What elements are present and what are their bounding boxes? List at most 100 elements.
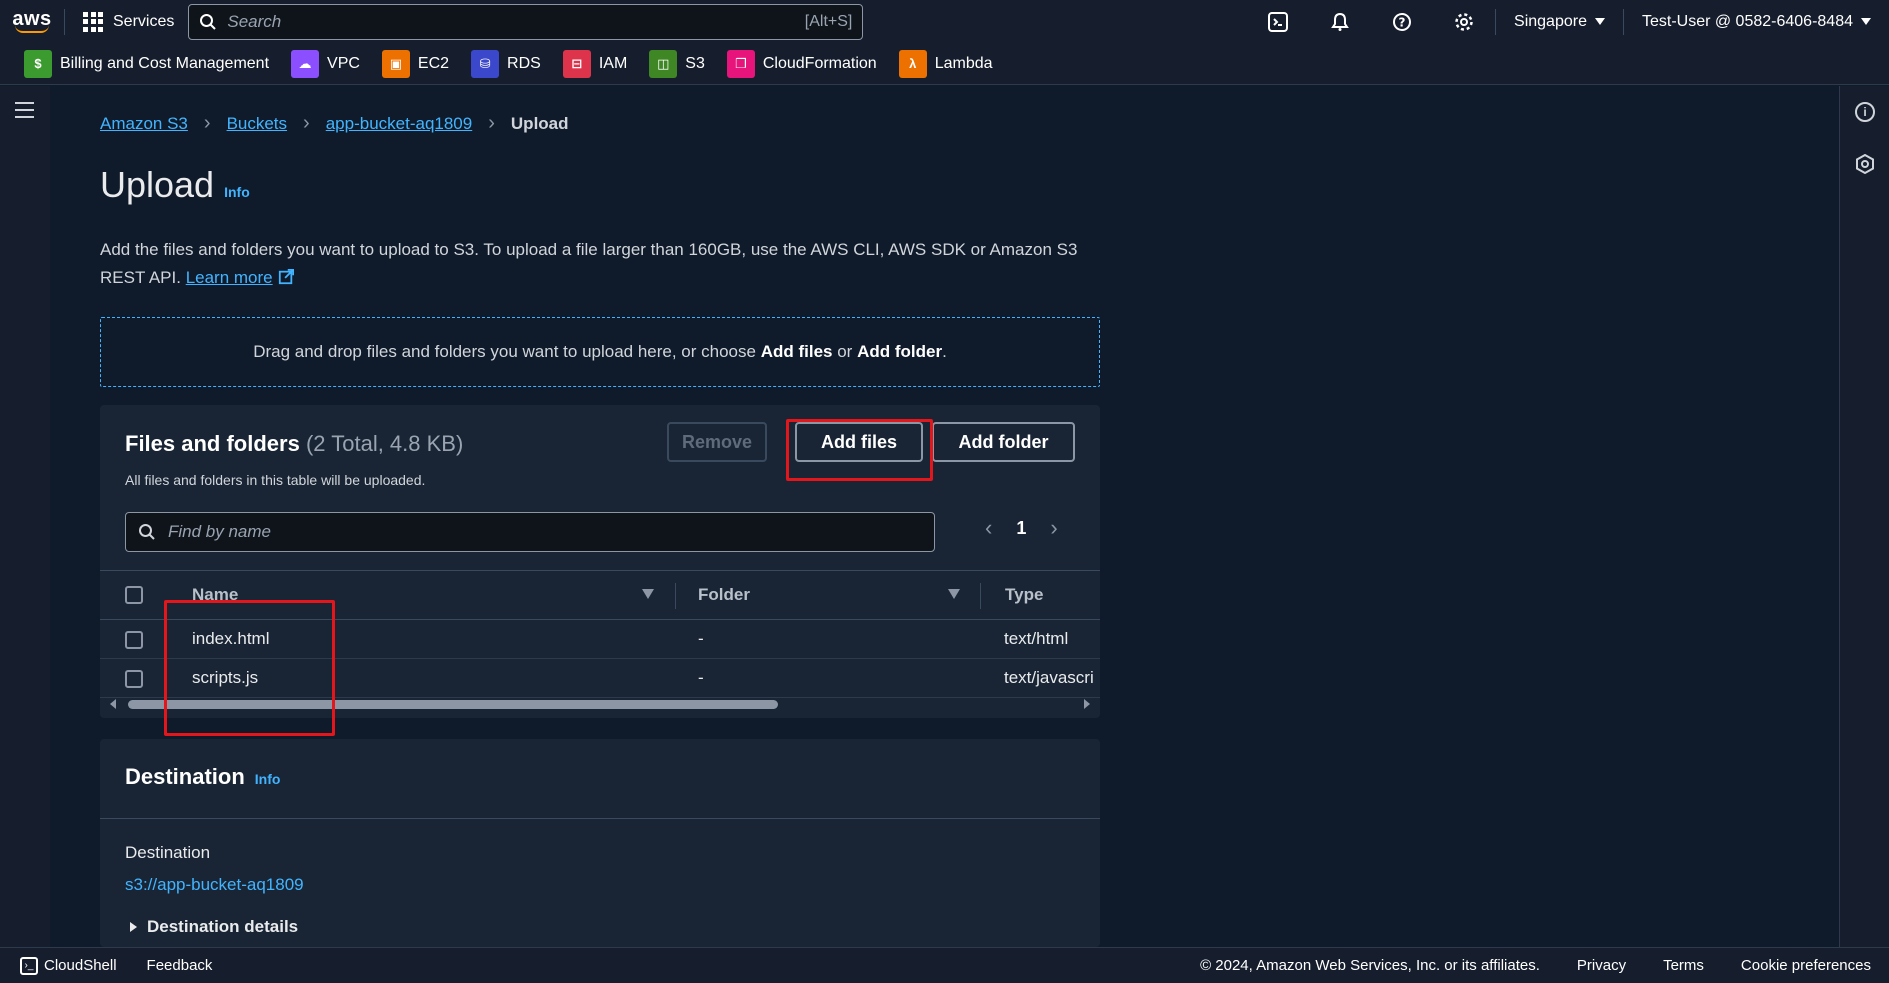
drop-zone[interactable]: Drag and drop files and folders you want… xyxy=(100,317,1100,387)
notifications-button[interactable] xyxy=(1309,0,1371,43)
info-icon: i xyxy=(1855,102,1875,122)
right-rail: i xyxy=(1839,86,1889,947)
current-page[interactable]: 1 xyxy=(1016,518,1026,539)
info-panel-button[interactable]: i xyxy=(1840,86,1889,138)
info-link[interactable]: Info xyxy=(224,184,250,200)
settings-button[interactable] xyxy=(1433,0,1495,43)
help-button[interactable]: ? xyxy=(1371,0,1433,43)
horizontal-scrollbar[interactable] xyxy=(110,697,1090,711)
ec2-icon: ▣ xyxy=(381,49,410,78)
file-folder: - xyxy=(698,668,704,687)
find-by-name-input[interactable]: Find by name xyxy=(125,512,935,552)
add-folder-button[interactable]: Add folder xyxy=(932,422,1075,462)
breadcrumb-buckets[interactable]: Buckets xyxy=(227,114,287,134)
column-resizer[interactable] xyxy=(675,583,676,609)
search-shortcut: [Alt+S] xyxy=(804,12,853,30)
select-all-checkbox[interactable] xyxy=(125,586,143,604)
file-type: text/html xyxy=(1004,629,1069,648)
cloudshell-button[interactable] xyxy=(1247,0,1309,43)
favorite-label: S3 xyxy=(685,54,705,72)
panel-summary: (2 Total, 4.8 KB) xyxy=(305,431,464,456)
previous-page-button[interactable]: ‹ xyxy=(985,515,992,541)
column-header-type[interactable]: Type xyxy=(1005,585,1043,605)
favorite-label: Lambda xyxy=(934,54,993,72)
dropzone-or: or xyxy=(832,342,858,361)
copyright-text: © 2024, Amazon Web Services, Inc. or its… xyxy=(1200,957,1540,974)
dropzone-prefix: Drag and drop files and folders you want… xyxy=(253,342,761,361)
account-label: Test-User @ 0582-6406-8484 xyxy=(1641,12,1853,30)
table-row[interactable]: scripts.js - text/javascri xyxy=(100,659,1100,698)
sort-icon[interactable] xyxy=(948,589,960,599)
column-header-folder[interactable]: Folder xyxy=(698,585,750,605)
file-name: index.html xyxy=(192,629,270,648)
footer: ›_ CloudShell Feedback © 2024, Amazon We… xyxy=(0,947,1889,983)
gear-icon xyxy=(1455,12,1473,31)
favorite-label: EC2 xyxy=(417,54,450,72)
column-resizer[interactable] xyxy=(980,583,981,609)
search-placeholder: Search xyxy=(227,11,282,31)
scroll-left-icon[interactable] xyxy=(110,699,116,709)
dropzone-add-files: Add files xyxy=(760,342,833,361)
billing-icon: $ xyxy=(24,49,52,78)
pagination: ‹ 1 › xyxy=(985,515,1058,541)
favorite-ec2[interactable]: ▣ EC2 xyxy=(381,49,450,78)
menu-icon[interactable] xyxy=(15,102,34,123)
table-row[interactable]: index.html - text/html xyxy=(100,620,1100,659)
learn-more-link[interactable]: Learn more xyxy=(186,268,273,287)
breadcrumb-amazon-s3[interactable]: Amazon S3 xyxy=(100,114,188,134)
chevron-right-icon: › xyxy=(488,112,495,134)
services-menu-button[interactable]: Services xyxy=(65,11,188,32)
global-search-input[interactable]: Search [Alt+S] xyxy=(188,3,864,40)
favorite-vpc[interactable]: ☁ VPC xyxy=(291,49,360,78)
privacy-link[interactable]: Privacy xyxy=(1577,957,1626,974)
remove-button[interactable]: Remove xyxy=(667,422,767,462)
info-link[interactable]: Info xyxy=(255,771,281,787)
feedback-link[interactable]: Feedback xyxy=(147,957,213,974)
row-checkbox[interactable] xyxy=(125,670,143,688)
favorite-s3[interactable]: ◫ S3 xyxy=(649,49,705,78)
caret-down-icon xyxy=(1594,18,1605,25)
cloudformation-icon: ❒ xyxy=(726,49,755,78)
find-placeholder: Find by name xyxy=(168,522,271,541)
scrollbar-thumb[interactable] xyxy=(128,700,778,709)
scroll-right-icon[interactable] xyxy=(1084,699,1090,709)
page-title: Upload Info xyxy=(100,164,250,206)
favorite-iam[interactable]: ⊟ IAM xyxy=(562,49,627,78)
search-icon xyxy=(200,13,217,30)
cookie-preferences-link[interactable]: Cookie preferences xyxy=(1741,957,1871,974)
region-selector[interactable]: Singapore xyxy=(1496,13,1623,31)
terms-link[interactable]: Terms xyxy=(1663,957,1704,974)
breadcrumb: Amazon S3 › Buckets › app-bucket-aq1809 … xyxy=(100,112,569,135)
row-checkbox[interactable] xyxy=(125,631,143,649)
lambda-icon: λ xyxy=(898,49,927,78)
breadcrumb-bucket[interactable]: app-bucket-aq1809 xyxy=(326,114,473,134)
panel-title-text: Files and folders xyxy=(125,431,300,456)
next-page-button[interactable]: › xyxy=(1050,515,1057,541)
left-rail xyxy=(0,86,50,947)
sort-icon[interactable] xyxy=(642,589,654,599)
iam-icon: ⊟ xyxy=(562,49,591,78)
account-menu[interactable]: Test-User @ 0582-6406-8484 xyxy=(1624,13,1889,31)
aws-logo[interactable]: aws xyxy=(0,0,64,43)
svg-text:?: ? xyxy=(1399,15,1406,29)
footer-left: ›_ CloudShell Feedback xyxy=(0,956,213,975)
footer-right: © 2024, Amazon Web Services, Inc. or its… xyxy=(1200,957,1889,974)
cloudshell-footer-button[interactable]: ›_ CloudShell xyxy=(20,956,117,975)
destination-details-label: Destination details xyxy=(147,917,299,936)
favorite-billing[interactable]: $ Billing and Cost Management xyxy=(24,49,269,78)
favorite-label: RDS xyxy=(507,54,541,72)
services-label: Services xyxy=(113,12,175,30)
favorite-rds[interactable]: ⛁ RDS xyxy=(471,49,541,78)
hexagon-icon xyxy=(1856,154,1874,174)
assistant-button[interactable] xyxy=(1840,138,1889,190)
favorite-lambda[interactable]: λ Lambda xyxy=(898,49,993,78)
external-link-icon xyxy=(279,269,295,285)
bell-icon xyxy=(1331,12,1349,31)
destination-heading: Destination xyxy=(125,764,245,789)
favorite-cloudformation[interactable]: ❒ CloudFormation xyxy=(726,49,877,78)
favorite-label: VPC xyxy=(327,54,360,72)
add-files-button[interactable]: Add files xyxy=(795,422,923,462)
column-header-name[interactable]: Name xyxy=(192,585,238,605)
destination-details-toggle[interactable]: Destination details xyxy=(130,917,298,937)
destination-link[interactable]: s3://app-bucket-aq1809 xyxy=(125,875,304,895)
